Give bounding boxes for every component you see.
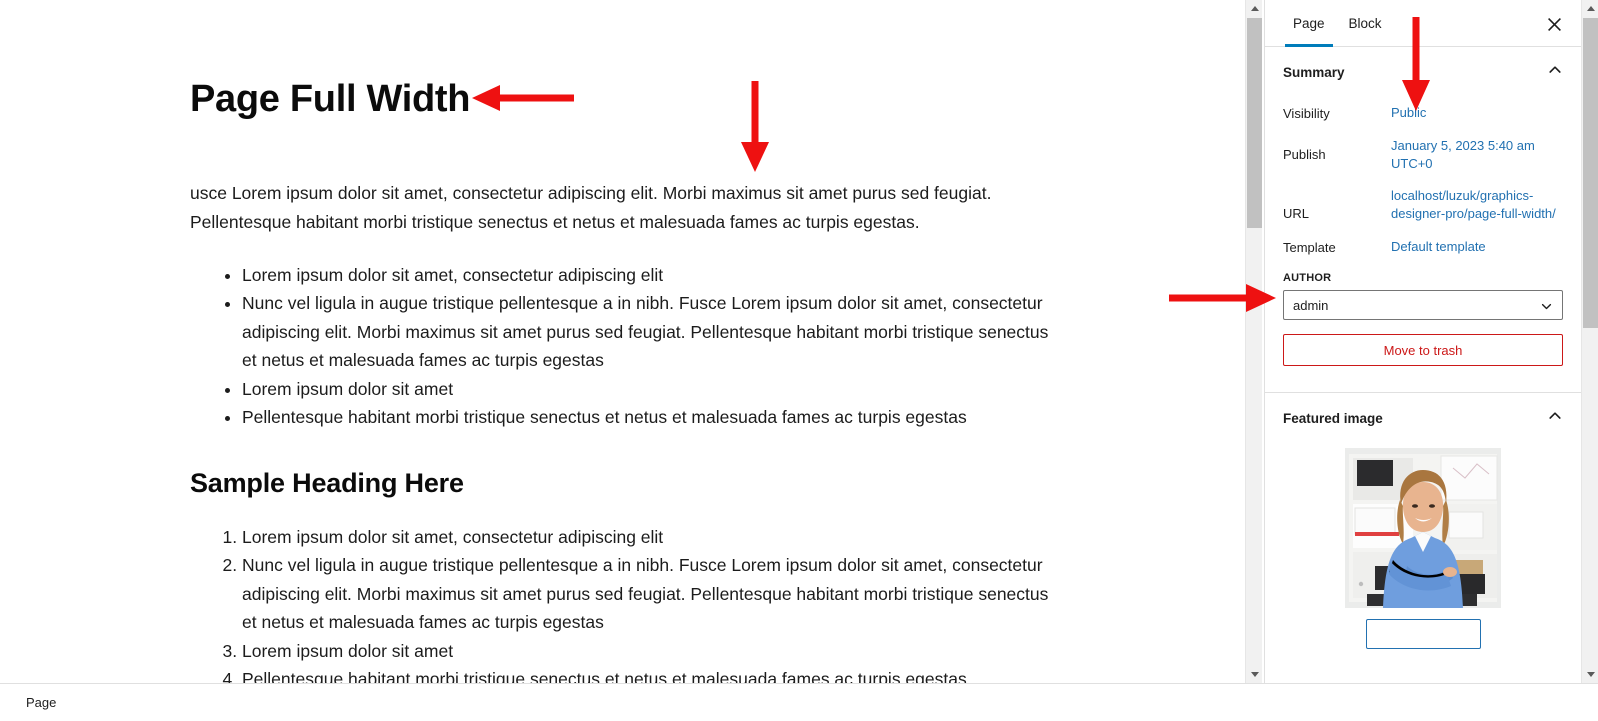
visibility-value[interactable]: Public: [1391, 104, 1563, 122]
template-label: Template: [1283, 239, 1336, 255]
url-label: URL: [1283, 206, 1310, 221]
list-item[interactable]: Pellentesque habitant morbi tristique se…: [242, 403, 1050, 432]
page-title[interactable]: Page Full Width: [190, 78, 1050, 122]
featured-image-title: Featured image: [1283, 411, 1383, 426]
scroll-up-icon[interactable]: [1246, 0, 1263, 17]
scroll-up-icon[interactable]: [1582, 0, 1598, 17]
summary-panel-header[interactable]: Summary: [1265, 47, 1581, 96]
list-item[interactable]: Nunc vel ligula in augue tristique pelle…: [242, 289, 1050, 375]
editor-scrollbar[interactable]: [1245, 0, 1262, 683]
publish-value[interactable]: January 5, 2023 5:40 am UTC+0: [1391, 137, 1563, 173]
list-item[interactable]: Nunc vel ligula in augue tristique pelle…: [242, 551, 1050, 637]
author-select-value: admin: [1293, 297, 1329, 313]
chevron-up-icon[interactable]: [1547, 408, 1563, 429]
sidebar-scrollbar[interactable]: [1581, 0, 1598, 683]
settings-sidebar: Page Block Summary Visibility Public Pub…: [1264, 0, 1581, 683]
numbered-list[interactable]: Lorem ipsum dolor sit amet, consectetur …: [190, 523, 1050, 683]
summary-panel-body: Visibility Public Publish January 5, 202…: [1265, 96, 1581, 378]
replace-image-button[interactable]: [1365, 619, 1481, 649]
list-item[interactable]: Lorem ipsum dolor sit amet: [242, 375, 1050, 404]
scroll-down-icon[interactable]: [1582, 666, 1598, 683]
featured-image-panel-header[interactable]: Featured image: [1265, 393, 1581, 442]
breadcrumb[interactable]: Page: [26, 695, 56, 710]
summary-title: Summary: [1283, 65, 1345, 80]
close-icon[interactable]: [1541, 11, 1567, 37]
status-bar: Page: [0, 683, 1598, 721]
editor-canvas[interactable]: Page Full Width usce Lorem ipsum dolor s…: [0, 0, 1245, 683]
visibility-label: Visibility: [1283, 105, 1330, 121]
list-item[interactable]: Pellentesque habitant morbi tristique se…: [242, 665, 1050, 683]
summary-row-url: URL localhost/luzuk/graphics-designer-pr…: [1283, 180, 1563, 230]
author-label: AUTHOR: [1283, 272, 1332, 284]
chevron-up-icon[interactable]: [1547, 62, 1563, 83]
move-to-trash-button[interactable]: Move to trash: [1283, 334, 1563, 366]
summary-row-template: Template Default template: [1283, 230, 1563, 264]
chevron-down-icon: [1540, 300, 1553, 316]
featured-image-thumbnail[interactable]: [1345, 448, 1501, 608]
tab-page[interactable]: Page: [1281, 0, 1337, 47]
scroll-down-icon[interactable]: [1246, 666, 1263, 683]
intro-paragraph[interactable]: usce Lorem ipsum dolor sit amet, consect…: [190, 179, 1042, 237]
tab-block[interactable]: Block: [1337, 0, 1394, 47]
template-value[interactable]: Default template: [1391, 238, 1563, 256]
scrollbar-thumb[interactable]: [1247, 18, 1262, 228]
author-select[interactable]: admin: [1283, 290, 1563, 320]
summary-row-visibility: Visibility Public: [1283, 96, 1563, 130]
publish-label: Publish: [1283, 147, 1326, 162]
post-content: Page Full Width usce Lorem ipsum dolor s…: [190, 0, 1050, 683]
featured-image-body: [1265, 442, 1581, 649]
sidebar-tabs: Page Block: [1265, 0, 1581, 47]
wordpress-block-editor: Page Full Width usce Lorem ipsum dolor s…: [0, 0, 1598, 721]
scrollbar-thumb[interactable]: [1583, 18, 1598, 328]
section-heading[interactable]: Sample Heading Here: [190, 468, 1050, 499]
bulleted-list[interactable]: Lorem ipsum dolor sit amet, consectetur …: [190, 261, 1050, 432]
url-value[interactable]: localhost/luzuk/graphics-designer-pro/pa…: [1391, 187, 1563, 223]
summary-row-publish: Publish January 5, 2023 5:40 am UTC+0: [1283, 130, 1563, 180]
list-item[interactable]: Lorem ipsum dolor sit amet: [242, 637, 1050, 666]
list-item[interactable]: Lorem ipsum dolor sit amet, consectetur …: [242, 523, 1050, 552]
list-item[interactable]: Lorem ipsum dolor sit amet, consectetur …: [242, 261, 1050, 290]
